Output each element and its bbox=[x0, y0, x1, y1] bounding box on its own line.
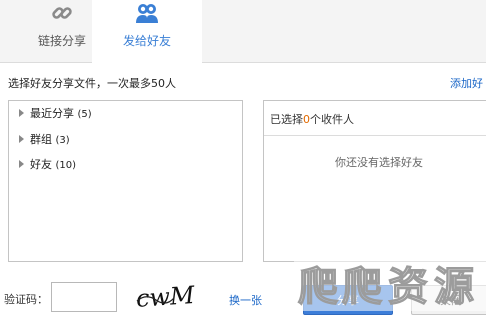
site-watermark: 爬 爬 资 源 bbox=[294, 246, 486, 311]
tree-item-count: (3) bbox=[55, 135, 70, 146]
tree-item-label: 群组 bbox=[30, 133, 52, 146]
tree-item-label: 好友 bbox=[30, 158, 52, 171]
link-icon bbox=[52, 7, 72, 19]
share-tab-bar: 链接分享 发给好友 bbox=[0, 0, 486, 63]
add-friend-link[interactable]: 添加好 bbox=[450, 75, 483, 91]
watermark-char-3: 资 bbox=[387, 262, 428, 310]
share-hint-text: 选择好友分享文件，一次最多50人 bbox=[8, 77, 176, 90]
recipients-header: 已选择0个收件人 bbox=[264, 101, 486, 136]
recipients-count-text: 已选择0个收件人 bbox=[270, 111, 354, 127]
captcha-label: 验证码： bbox=[4, 293, 48, 306]
watermark-char-2: 爬 bbox=[341, 262, 382, 310]
recipients-panel: 已选择0个收件人 你还没有选择好友 bbox=[263, 100, 486, 262]
watermark-char-4: 源 bbox=[433, 262, 474, 310]
recipients-count: 0 bbox=[303, 113, 310, 126]
tree-item-count: (5) bbox=[77, 109, 92, 120]
recipients-prefix: 已选择 bbox=[270, 113, 303, 126]
tree-item-recent-shares[interactable]: 最近分享 (5) bbox=[19, 106, 92, 122]
captcha-image: cwM bbox=[135, 283, 197, 311]
expand-arrow-icon[interactable] bbox=[19, 160, 24, 168]
tree-item-label: 最近分享 bbox=[30, 107, 74, 120]
expand-arrow-icon[interactable] bbox=[19, 109, 24, 117]
captcha-input[interactable] bbox=[51, 282, 117, 312]
recipients-suffix: 个收件人 bbox=[310, 113, 354, 126]
tree-item-count: (10) bbox=[55, 160, 77, 171]
expand-arrow-icon[interactable] bbox=[19, 135, 24, 143]
watermark-char-1: 爬 bbox=[297, 262, 338, 310]
friends-icon bbox=[136, 4, 158, 23]
tab-send-to-friends[interactable]: 发给好友 bbox=[92, 0, 202, 63]
tree-item-groups[interactable]: 群组 (3) bbox=[19, 132, 70, 148]
tree-item-friends[interactable]: 好友 (10) bbox=[19, 157, 76, 173]
tab-send-to-friends-label: 发给好友 bbox=[122, 34, 171, 48]
empty-recipients-message: 你还没有选择好友 bbox=[335, 156, 423, 169]
friend-tree-panel: 最近分享 (5) 群组 (3) 好友 (10) bbox=[8, 100, 243, 262]
change-captcha-link[interactable]: 换一张 bbox=[229, 292, 262, 308]
